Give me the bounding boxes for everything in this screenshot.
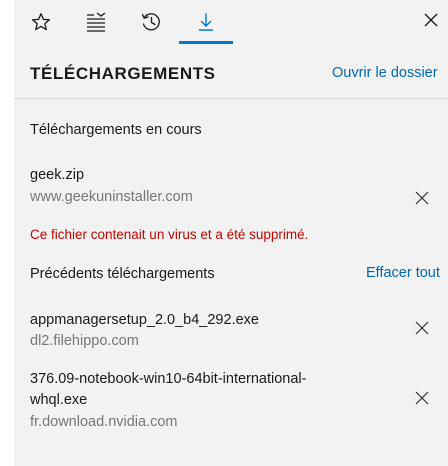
page-edge	[0, 0, 15, 466]
remove-download-button[interactable]	[406, 314, 438, 346]
virus-warning-text: Ce fichier contenait un virus et a été s…	[30, 227, 309, 242]
history-icon	[140, 12, 162, 32]
downloads-header: TÉLÉCHARGEMENTS Ouvrir le dossier	[14, 46, 448, 99]
download-item-name[interactable]: appmanagersetup_2.0_b4_292.exe	[30, 310, 390, 331]
close-icon	[415, 391, 429, 410]
previous-downloads-heading: Précédents téléchargements	[30, 266, 215, 282]
close-icon	[423, 12, 439, 33]
close-icon	[415, 321, 429, 340]
download-item-name[interactable]: geek.zip	[30, 165, 390, 186]
current-downloads-heading: Téléchargements en cours	[30, 122, 202, 138]
close-icon	[415, 191, 429, 210]
remove-download-button[interactable]	[406, 184, 438, 216]
tab-favorites[interactable]	[14, 0, 68, 44]
close-pane-button[interactable]	[414, 0, 448, 44]
download-item-name[interactable]: 376.09-notebook-win10-64bit-internationa…	[30, 369, 360, 411]
star-icon	[31, 12, 51, 32]
tab-history[interactable]	[124, 0, 178, 44]
clear-all-link[interactable]: Effacer tout	[366, 265, 440, 281]
downloads-hub-window: TÉLÉCHARGEMENTS Ouvrir le dossier Téléch…	[0, 0, 448, 466]
open-folder-link[interactable]: Ouvrir le dossier	[332, 65, 438, 81]
download-item-source: www.geekuninstaller.com	[30, 189, 193, 205]
remove-download-button[interactable]	[406, 384, 438, 416]
page-title: TÉLÉCHARGEMENTS	[30, 64, 216, 83]
hub-tab-bar	[14, 0, 448, 46]
tab-downloads[interactable]	[179, 0, 233, 44]
reading-list-icon	[85, 12, 107, 32]
hub-pane: TÉLÉCHARGEMENTS Ouvrir le dossier Téléch…	[14, 0, 448, 466]
tab-reading-list[interactable]	[69, 0, 123, 44]
download-item-source: dl2.filehippo.com	[30, 333, 139, 349]
download-icon	[196, 12, 216, 32]
download-item-source: fr.download.nvidia.com	[30, 414, 178, 430]
